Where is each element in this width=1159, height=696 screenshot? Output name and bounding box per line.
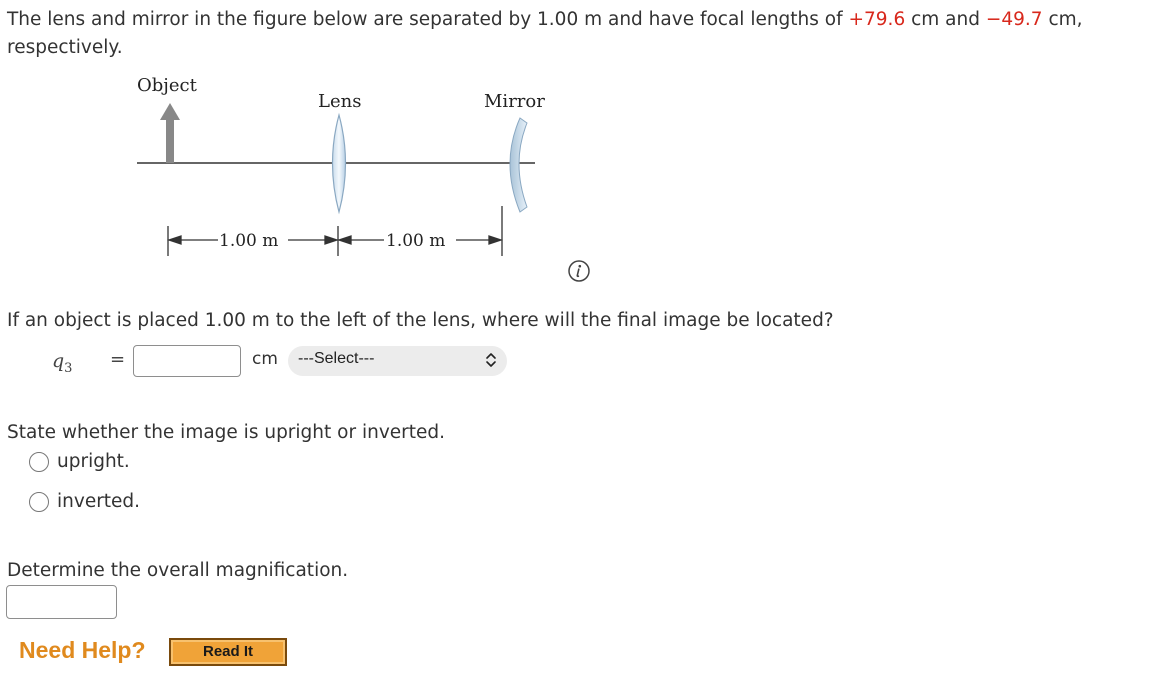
lens-focal-length: +79.6: [848, 9, 906, 30]
object-arrow: [160, 103, 180, 163]
object-label: Object: [137, 75, 198, 96]
distance-label-2: 1.00 m: [386, 231, 445, 251]
question-orientation: State whether the image is upright or in…: [7, 422, 446, 443]
mirror-focal-length: −49.7: [985, 9, 1043, 30]
unit-label: cm: [252, 349, 278, 369]
direction-select[interactable]: ---Select---: [288, 346, 507, 376]
option-inverted[interactable]: inverted.: [29, 490, 140, 514]
image-distance-variable: q3: [52, 350, 73, 376]
radio-upright[interactable]: [29, 452, 49, 472]
question-final-image-location: If an object is placed 1.00 m to the lef…: [7, 310, 834, 331]
lens-label: Lens: [318, 91, 361, 112]
equals-sign: =: [110, 349, 126, 370]
magnification-input[interactable]: [6, 585, 117, 619]
question-magnification: Determine the overall magnification.: [7, 560, 349, 581]
direction-select-value: ---Select---: [298, 350, 375, 367]
problem-statement: The lens and mirror in the figure below …: [7, 9, 1083, 58]
lens-shape: [331, 112, 347, 215]
read-it-button[interactable]: Read It: [169, 638, 287, 666]
option-inverted-label: inverted.: [57, 491, 141, 512]
need-help-label: Need Help?: [19, 637, 146, 663]
mirror-shape: [509, 117, 528, 213]
info-icon[interactable]: [567, 259, 591, 283]
image-distance-input[interactable]: [133, 345, 241, 377]
mirror-label: Mirror: [484, 91, 545, 112]
lens-mirror-figure: Object Lens Mirror 1.00 m 1.00 m: [137, 75, 545, 256]
chevron-updown-icon: [486, 353, 496, 367]
distance-label-1: 1.00 m: [219, 231, 278, 251]
option-upright-label: upright.: [57, 451, 130, 472]
radio-inverted[interactable]: [29, 492, 49, 512]
option-upright[interactable]: upright.: [29, 450, 130, 474]
